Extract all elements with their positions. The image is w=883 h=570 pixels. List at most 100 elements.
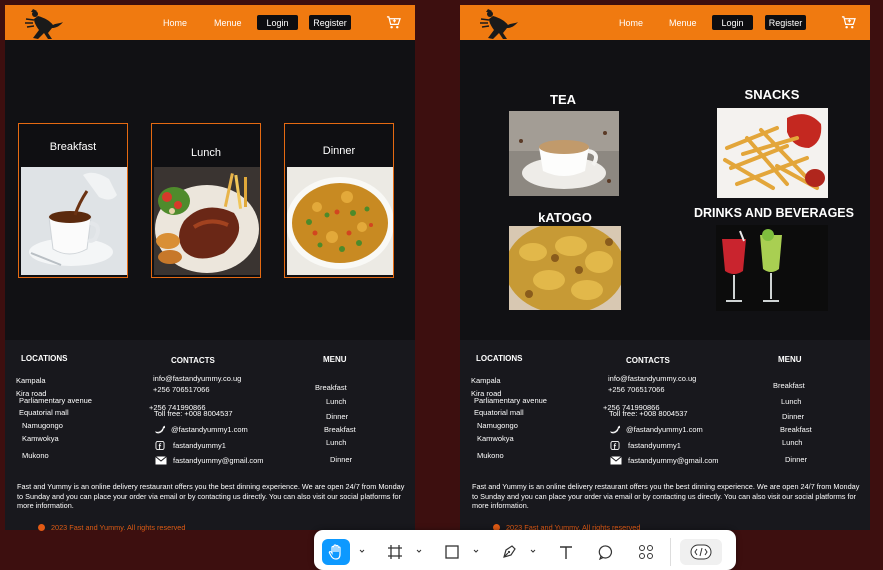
gmail-address[interactable]: fastandyummy@gmail.com (173, 456, 264, 465)
menu-link[interactable]: Lunch (326, 438, 346, 447)
chevron-down-icon[interactable] (416, 548, 422, 554)
menu-link[interactable]: Lunch (326, 397, 346, 406)
chevron-down-icon[interactable] (359, 548, 365, 554)
location-item: Parliamentary avenue (19, 396, 92, 405)
location-item: Kamwokya (22, 434, 59, 443)
chevron-down-icon[interactable] (530, 548, 536, 554)
gmail-address[interactable]: fastandyummy@gmail.com (628, 456, 719, 465)
breakfast-tea-image (21, 167, 127, 275)
facebook-icon[interactable] (155, 441, 165, 450)
actions-tool-button[interactable] (632, 539, 660, 565)
top-nav: Home Menue Login Register (5, 5, 415, 40)
katogo-image[interactable] (509, 226, 621, 310)
facebook-icon[interactable] (610, 441, 620, 450)
meal-title: Breakfast (49, 141, 97, 153)
location-item: Kampala (471, 376, 501, 385)
copyright-icon (38, 524, 45, 531)
cart-icon[interactable] (841, 15, 856, 30)
menu-link[interactable]: Breakfast (324, 425, 356, 434)
contact-email[interactable]: info@fastandyummy.co.ug (608, 374, 696, 383)
contacts-heading: CONTACTS (171, 356, 215, 365)
text-tool-button[interactable] (552, 539, 580, 565)
design-toolbar (314, 530, 736, 570)
location-item: Namugongo (22, 421, 63, 430)
snacks-fries-image[interactable] (717, 108, 828, 198)
location-item: Parliamentary avenue (474, 396, 547, 405)
location-item: Equatorial mall (474, 408, 524, 417)
locations-heading: LOCATIONS (21, 354, 68, 363)
login-button[interactable]: Login (257, 15, 298, 30)
shape-tool-button[interactable] (438, 539, 466, 565)
dinner-rice-image (287, 167, 393, 275)
category-title-katogo[interactable]: kATOGO (510, 210, 620, 225)
footer: LOCATIONS Kampala Kira road Parliamentar… (5, 340, 415, 532)
tea-cup-image[interactable] (509, 111, 619, 196)
nav-menu-link[interactable]: Menue (669, 18, 697, 28)
drinks-cocktails-image[interactable] (716, 225, 828, 311)
meal-card-breakfast[interactable]: Breakfast (18, 123, 128, 278)
meal-title: Lunch (191, 147, 221, 159)
facebook-handle[interactable]: fastandyummy1 (628, 441, 681, 450)
contact-phone[interactable]: +256 706517066 (153, 385, 210, 394)
menu-link[interactable]: Dinner (782, 412, 804, 421)
meal-card-dinner[interactable]: Dinner (284, 123, 394, 278)
location-item: Kampala (16, 376, 46, 385)
register-button[interactable]: Register (309, 15, 351, 30)
register-button[interactable]: Register (765, 15, 806, 30)
twitter-icon[interactable] (610, 425, 620, 434)
menu-link[interactable]: Dinner (785, 455, 807, 464)
frame-tool-button[interactable] (381, 539, 409, 565)
location-item: Equatorial mall (19, 408, 69, 417)
pen-tool-button[interactable] (495, 539, 523, 565)
copyright: 2023 Fast and Yummy. All rights reserved (38, 523, 185, 532)
contacts-heading: CONTACTS (626, 356, 670, 365)
meal-card-lunch[interactable]: Lunch (151, 123, 261, 278)
menu-heading: MENU (323, 355, 347, 364)
locations-heading: LOCATIONS (476, 354, 523, 363)
nav-home-link[interactable]: Home (163, 18, 187, 28)
nav-menu-link[interactable]: Menue (214, 18, 242, 28)
about-text: Fast and Yummy is an online delivery res… (17, 482, 405, 510)
cart-icon[interactable] (386, 15, 401, 30)
copyright-text: 2023 Fast and Yummy. All rights reserved (51, 523, 186, 532)
chevron-down-icon[interactable] (473, 548, 479, 554)
category-title-drinks[interactable]: DRINKS AND BEVERAGES (674, 206, 874, 220)
frame-home: Home Menue Login Register Breakfast Lunc… (5, 5, 415, 532)
location-item: Kamwokya (477, 434, 514, 443)
gmail-icon[interactable] (610, 456, 622, 465)
comment-tool-button[interactable] (592, 539, 620, 565)
twitter-icon[interactable] (155, 425, 165, 434)
menu-heading: MENU (778, 355, 802, 364)
category-title-snacks[interactable]: SNACKS (717, 87, 827, 102)
menu-link[interactable]: Breakfast (773, 381, 805, 390)
menu-link[interactable]: Dinner (330, 455, 352, 464)
frame-menu: Home Menue Login Register TEA SNACKS kAT… (460, 5, 870, 532)
location-item: Mukono (22, 451, 49, 460)
twitter-handle[interactable]: @fastandyummy1.com (626, 425, 703, 434)
category-title-tea[interactable]: TEA (508, 92, 618, 107)
toolbar-divider (670, 538, 671, 566)
menu-link[interactable]: Lunch (781, 397, 801, 406)
gmail-icon[interactable] (155, 456, 167, 465)
facebook-handle[interactable]: fastandyummy1 (173, 441, 226, 450)
menu-link[interactable]: Dinner (326, 412, 348, 421)
hand-icon (328, 544, 341, 560)
meal-title: Dinner (322, 145, 356, 157)
hand-tool-button[interactable] (322, 539, 350, 565)
runner-logo-icon[interactable] (478, 6, 524, 40)
about-text: Fast and Yummy is an online delivery res… (472, 482, 860, 510)
contact-phone[interactable]: +256 706517066 (608, 385, 665, 394)
menu-link[interactable]: Lunch (782, 438, 802, 447)
menu-link[interactable]: Breakfast (315, 383, 347, 392)
runner-logo-icon[interactable] (23, 6, 69, 40)
menu-link[interactable]: Breakfast (780, 425, 812, 434)
footer: LOCATIONS Kampala Kira road Parliamentar… (460, 340, 870, 532)
login-button[interactable]: Login (712, 15, 753, 30)
contact-tollfree: Toll free: +008 8004537 (609, 409, 688, 418)
twitter-handle[interactable]: @fastandyummy1.com (171, 425, 248, 434)
contact-email[interactable]: info@fastandyummy.co.ug (153, 374, 241, 383)
contact-tollfree: Toll free: +008 8004537 (154, 409, 233, 418)
nav-home-link[interactable]: Home (619, 18, 643, 28)
lunch-chicken-image (154, 167, 260, 275)
dev-mode-toggle[interactable] (680, 539, 722, 565)
